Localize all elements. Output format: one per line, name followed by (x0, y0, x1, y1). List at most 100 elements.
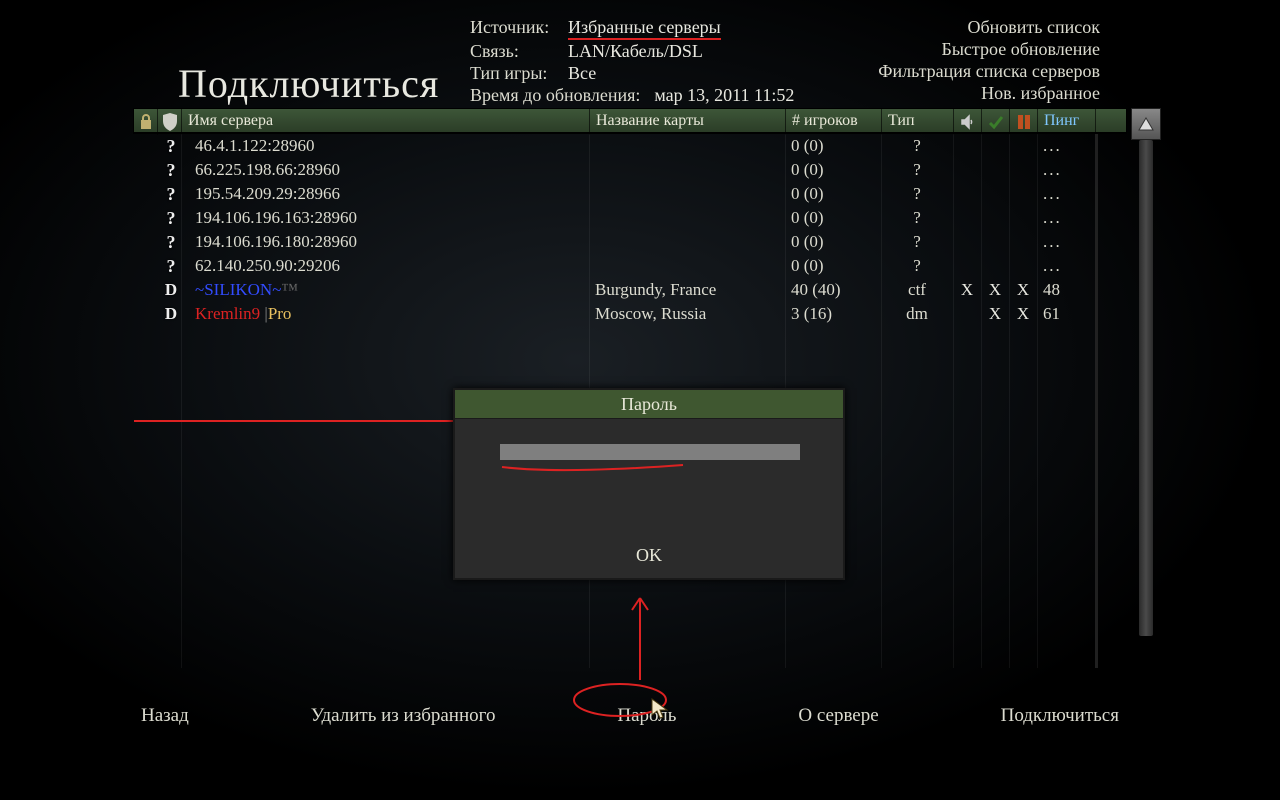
refresh-list-button[interactable]: Обновить список (878, 16, 1100, 38)
server-status-icon: ? (161, 158, 181, 182)
server-ping: ... (1037, 134, 1095, 158)
filter-servers-button[interactable]: Фильтрация списка серверов (878, 60, 1100, 82)
header-check-icon[interactable] (982, 109, 1010, 135)
server-pb (1009, 158, 1037, 182)
quick-refresh-button[interactable]: Быстрое обновление (878, 38, 1100, 60)
gametype-value[interactable]: Все (568, 62, 596, 84)
server-pb: X (1009, 278, 1037, 302)
table-row[interactable]: ?194.106.196.163:289600 (0)?... (133, 206, 1127, 230)
server-info-button[interactable]: О сервере (790, 703, 886, 729)
scroll-track[interactable] (1139, 140, 1153, 636)
server-type: ? (881, 206, 953, 230)
password-button[interactable]: Пароль (609, 703, 684, 729)
header-sound-icon[interactable] (954, 109, 982, 135)
header-ping[interactable]: Пинг (1038, 109, 1096, 135)
server-name: 46.4.1.122:28960 (189, 134, 589, 158)
server-voice (953, 206, 981, 230)
conn-label: Связь: (470, 40, 554, 62)
server-pb (1009, 182, 1037, 206)
connect-button[interactable]: Подключиться (993, 703, 1127, 729)
server-name: 195.54.209.29:28966 (189, 182, 589, 206)
server-status-icon: D (161, 302, 181, 326)
server-voice (953, 134, 981, 158)
server-players: 0 (0) (785, 158, 881, 182)
server-players: 0 (0) (785, 254, 881, 278)
table-row[interactable]: DKremlin9 |ProMoscow, Russia3 (16)dmXX61 (133, 302, 1127, 326)
server-voice (953, 302, 981, 326)
server-type: ? (881, 254, 953, 278)
server-pure (981, 206, 1009, 230)
server-pure (981, 254, 1009, 278)
header-map[interactable]: Название карты (590, 109, 786, 135)
annotation-silikon-underline (134, 420, 499, 422)
server-pb (1009, 230, 1037, 254)
server-type: ctf (881, 278, 953, 302)
server-name: 194.106.196.163:28960 (189, 206, 589, 230)
server-voice (953, 182, 981, 206)
server-map: Moscow, Russia (589, 302, 785, 326)
server-name: Kremlin9 |Pro (189, 302, 589, 326)
scrollbar (1131, 108, 1161, 668)
server-type: ? (881, 158, 953, 182)
password-dialog-title: Пароль (455, 390, 843, 419)
server-ping: 48 (1037, 278, 1095, 302)
source-value[interactable]: Избранные серверы (568, 16, 721, 40)
server-players: 0 (0) (785, 134, 881, 158)
server-voice: X (953, 278, 981, 302)
password-input[interactable] (500, 444, 800, 460)
gametype-label: Тип игры: (470, 62, 554, 84)
header-flag-icon[interactable] (1010, 109, 1038, 135)
server-ping: ... (1037, 206, 1095, 230)
table-row[interactable]: ?195.54.209.29:289660 (0)?... (133, 182, 1127, 206)
annotation-password-underline (500, 463, 685, 473)
server-ping: ... (1037, 158, 1095, 182)
server-voice (953, 158, 981, 182)
table-row[interactable]: ? 46.4.1.122:28960 0 (0)?... (133, 134, 1127, 158)
server-type: dm (881, 302, 953, 326)
server-players: 0 (0) (785, 206, 881, 230)
table-row[interactable]: ? 66.225.198.66:28960 0 (0)?... (133, 158, 1127, 182)
refresh-time-value: мар 13, 2011 11:52 (654, 84, 794, 106)
server-map (589, 254, 785, 278)
server-voice (953, 254, 981, 278)
server-ping: ... (1037, 182, 1095, 206)
password-ok-button[interactable]: OK (455, 545, 843, 566)
server-voice (953, 230, 981, 254)
server-map (589, 134, 785, 158)
table-row[interactable]: D~SILIKON~™Burgundy, France40 (40)ctfXXX… (133, 278, 1127, 302)
server-type: ? (881, 134, 953, 158)
server-pure (981, 182, 1009, 206)
server-pb (1009, 134, 1037, 158)
server-map (589, 158, 785, 182)
table-row[interactable]: ?62.140.250.90:292060 (0)?... (133, 254, 1127, 278)
server-pb (1009, 254, 1037, 278)
server-browser-screen: Подключиться Источник: Избранные серверы… (0, 0, 1280, 800)
server-pure (981, 230, 1009, 254)
server-ping: 61 (1037, 302, 1095, 326)
header-type[interactable]: Тип (882, 109, 954, 135)
back-button[interactable]: Назад (133, 703, 197, 729)
scroll-up-button[interactable] (1131, 108, 1161, 140)
header-shield-icon[interactable] (158, 109, 182, 135)
new-favorite-button[interactable]: Нов. избранное (878, 82, 1100, 104)
server-map (589, 206, 785, 230)
server-type: ? (881, 182, 953, 206)
server-ping: ... (1037, 230, 1095, 254)
server-status-icon: ? (161, 230, 181, 254)
server-pb: X (1009, 302, 1037, 326)
header-server-name[interactable]: Имя сервера (182, 109, 590, 135)
remove-favorite-button[interactable]: Удалить из избранного (303, 703, 504, 729)
server-name: 66.225.198.66:28960 (189, 158, 589, 182)
server-players: 0 (0) (785, 182, 881, 206)
server-map (589, 230, 785, 254)
header-players[interactable]: # игроков (786, 109, 882, 135)
conn-value[interactable]: LAN/Кабель/DSL (568, 40, 703, 62)
server-players: 0 (0) (785, 230, 881, 254)
page-title: Подключиться (178, 60, 439, 107)
table-header: Имя сервера Название карты # игроков Тип… (133, 108, 1127, 134)
table-row[interactable]: ?194.106.196.180:289600 (0)?... (133, 230, 1127, 254)
server-map: Burgundy, France (589, 278, 785, 302)
header-lock-icon[interactable] (134, 109, 158, 135)
server-pure: X (981, 278, 1009, 302)
server-status-icon: ? (161, 134, 181, 158)
